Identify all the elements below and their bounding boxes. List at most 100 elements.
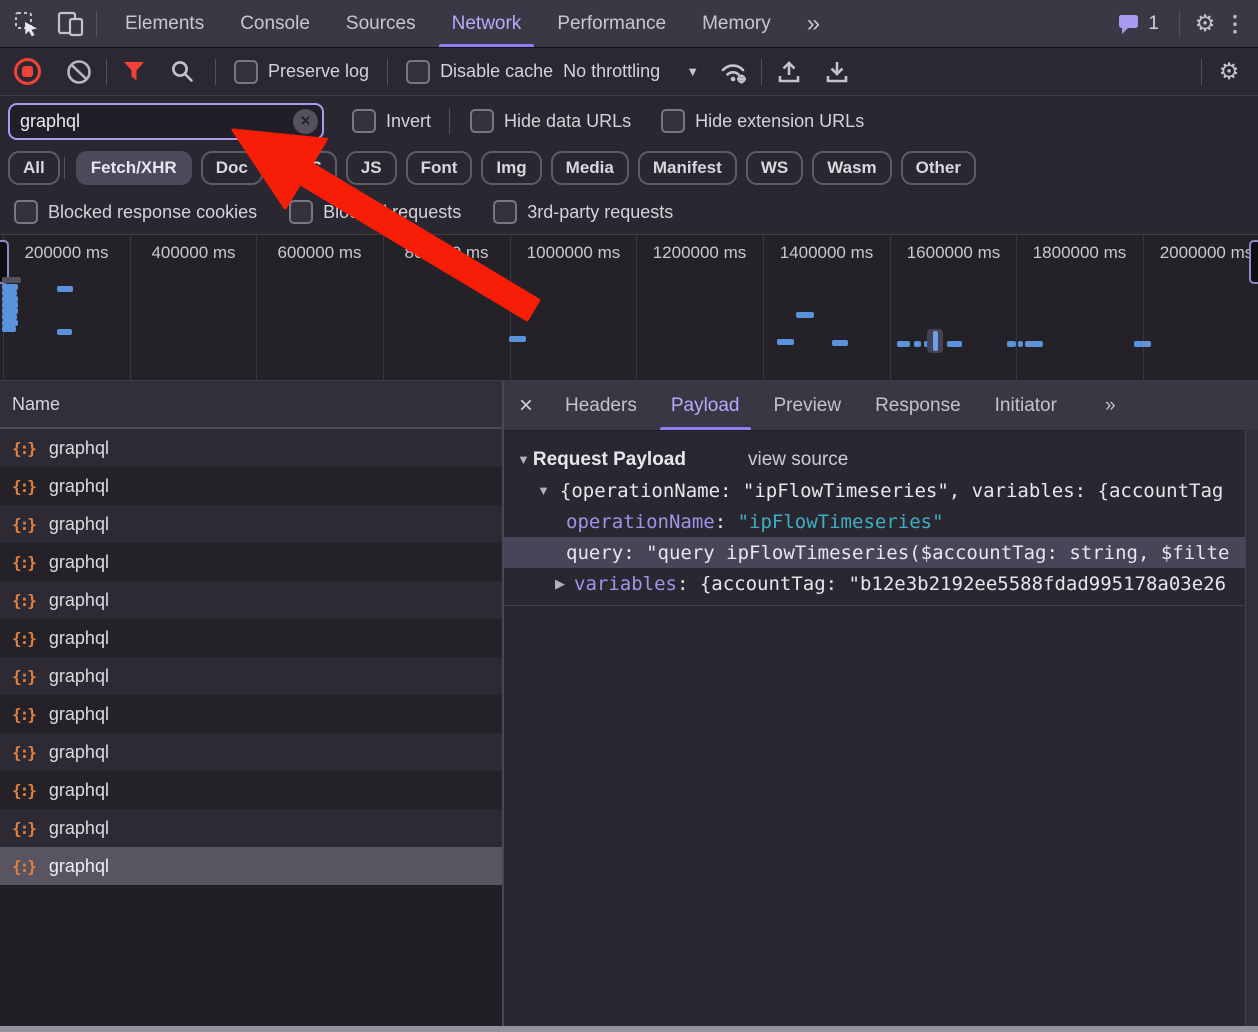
throttling-select[interactable]: No throttling ▼ bbox=[563, 61, 699, 82]
tab-sources[interactable]: Sources bbox=[328, 0, 434, 47]
chip-media[interactable]: Media bbox=[551, 151, 629, 185]
chip-ws[interactable]: WS bbox=[746, 151, 803, 185]
expand-triangle-icon[interactable]: ▼ bbox=[537, 483, 550, 498]
request-row[interactable]: {:}graphql bbox=[0, 505, 502, 543]
chip-css[interactable]: CSS bbox=[272, 151, 337, 185]
request-name: graphql bbox=[49, 704, 109, 725]
tab-memory[interactable]: Memory bbox=[684, 0, 789, 47]
invert-label: Invert bbox=[386, 111, 431, 132]
hide-extension-urls-label: Hide extension URLs bbox=[695, 111, 864, 132]
throttling-value: No throttling bbox=[563, 61, 660, 82]
chip-label: Doc bbox=[216, 158, 248, 177]
export-har-button[interactable] bbox=[820, 55, 854, 89]
request-name: graphql bbox=[49, 590, 109, 611]
third-party-requests-checkbox[interactable]: 3rd-party requests bbox=[493, 200, 673, 224]
tab-headers[interactable]: Headers bbox=[548, 381, 654, 430]
request-row[interactable]: {:}graphql bbox=[0, 581, 502, 619]
waterfall-bar bbox=[933, 331, 938, 351]
device-toolbar-button[interactable] bbox=[56, 9, 86, 39]
payload-variables-row[interactable]: ▶ variables: {accountTag: "b12e3b2192ee5… bbox=[504, 568, 1258, 599]
device-toolbar-icon bbox=[57, 11, 85, 37]
disable-cache-checkbox[interactable]: Disable cache bbox=[406, 60, 553, 84]
filter-input[interactable] bbox=[8, 103, 324, 140]
payload-root-row[interactable]: ▼ {operationName: "ipFlowTimeseries", va… bbox=[504, 475, 1258, 506]
chip-fetch-xhr[interactable]: Fetch/XHR bbox=[76, 151, 192, 185]
timeline-right-handle[interactable] bbox=[1249, 240, 1258, 284]
request-row[interactable]: {:}graphql bbox=[0, 733, 502, 771]
timeline-tick-label: 1600000 ms bbox=[890, 243, 1017, 263]
preserve-log-checkbox[interactable]: Preserve log bbox=[234, 60, 369, 84]
tab-payload[interactable]: Payload bbox=[654, 381, 757, 430]
divider bbox=[1201, 59, 1202, 85]
network-settings-button[interactable]: ⚙ bbox=[1212, 55, 1246, 89]
chip-font[interactable]: Font bbox=[406, 151, 473, 185]
kebab-menu-icon: ⋮ bbox=[1224, 11, 1246, 37]
tab-response[interactable]: Response bbox=[858, 381, 978, 430]
hide-extension-urls-checkbox[interactable]: Hide extension URLs bbox=[661, 109, 864, 133]
request-row[interactable]: {:}graphql bbox=[0, 429, 502, 467]
third-party-requests-label: 3rd-party requests bbox=[527, 202, 673, 223]
view-source-link[interactable]: view source bbox=[748, 449, 848, 471]
close-icon: × bbox=[519, 392, 533, 419]
request-row[interactable]: {:}graphql bbox=[0, 543, 502, 581]
waterfall-bar bbox=[57, 329, 72, 335]
tab-console[interactable]: Console bbox=[222, 0, 328, 47]
settings-button[interactable]: ⚙ bbox=[1190, 9, 1220, 39]
more-detail-tabs-button[interactable]: » bbox=[1088, 381, 1133, 430]
chip-manifest[interactable]: Manifest bbox=[638, 151, 737, 185]
divider bbox=[96, 11, 97, 37]
chip-wasm[interactable]: Wasm bbox=[812, 151, 891, 185]
request-row[interactable]: {:}graphql bbox=[0, 695, 502, 733]
details-scrollbar[interactable] bbox=[1245, 430, 1258, 1026]
request-row[interactable]: {:}graphql bbox=[0, 771, 502, 809]
filter-toggle-button[interactable] bbox=[117, 55, 151, 89]
record-network-log-button[interactable] bbox=[10, 55, 44, 89]
invert-checkbox[interactable]: Invert bbox=[352, 109, 431, 133]
divider bbox=[387, 59, 388, 85]
tab-preview[interactable]: Preview bbox=[757, 381, 859, 430]
waterfall-bar bbox=[897, 341, 910, 347]
network-overview-timeline[interactable]: 200000 ms 400000 ms 600000 ms 800000 ms … bbox=[0, 234, 1258, 382]
tab-performance[interactable]: Performance bbox=[539, 0, 684, 47]
payload-query-row-selected[interactable]: query: "query ipFlowTimeseries($accountT… bbox=[504, 537, 1258, 568]
clear-network-log-button[interactable] bbox=[62, 55, 96, 89]
waterfall-bar bbox=[796, 312, 814, 318]
section-expand-triangle-icon[interactable]: ▼ bbox=[517, 452, 530, 467]
request-row[interactable]: {:}graphql bbox=[0, 809, 502, 847]
window-bottom-edge bbox=[0, 1026, 1258, 1032]
tab-initiator[interactable]: Initiator bbox=[978, 381, 1074, 430]
json-braces-icon: {:} bbox=[12, 629, 35, 648]
import-har-button[interactable] bbox=[772, 55, 806, 89]
request-row[interactable]: {:}graphql bbox=[0, 467, 502, 505]
network-conditions-button[interactable] bbox=[717, 55, 751, 89]
blocked-response-cookies-label: Blocked response cookies bbox=[48, 202, 257, 223]
blocked-response-cookies-checkbox[interactable]: Blocked response cookies bbox=[14, 200, 257, 224]
tab-network[interactable]: Network bbox=[434, 0, 540, 47]
tab-elements[interactable]: Elements bbox=[107, 0, 222, 47]
issues-counter[interactable]: 1 bbox=[1117, 12, 1159, 36]
search-network-button[interactable] bbox=[165, 55, 199, 89]
payload-operation-name-row[interactable]: operationName: "ipFlowTimeseries" bbox=[504, 506, 1258, 537]
name-column-header[interactable]: Name bbox=[0, 381, 502, 429]
hide-data-urls-checkbox[interactable]: Hide data URLs bbox=[470, 109, 631, 133]
chip-doc[interactable]: Doc bbox=[201, 151, 263, 185]
payload-object-preview: {operationName: "ipFlowTimeseries", vari… bbox=[560, 480, 1223, 502]
more-tabs-button[interactable]: » bbox=[789, 0, 838, 47]
chip-label: Font bbox=[421, 158, 458, 177]
inspect-element-button[interactable] bbox=[12, 9, 42, 39]
search-icon bbox=[170, 59, 195, 84]
close-details-button[interactable]: × bbox=[504, 392, 548, 420]
request-row-selected[interactable]: {:}graphql bbox=[0, 847, 502, 885]
request-row[interactable]: {:}graphql bbox=[0, 657, 502, 695]
blocked-requests-checkbox[interactable]: Blocked requests bbox=[289, 200, 461, 224]
tab-label: Network bbox=[452, 13, 522, 35]
chip-js[interactable]: JS bbox=[346, 151, 397, 185]
record-icon bbox=[14, 58, 41, 85]
clear-filter-button[interactable]: × bbox=[293, 109, 318, 134]
chip-img[interactable]: Img bbox=[481, 151, 541, 185]
devtools-menu-button[interactable]: ⋮ bbox=[1220, 9, 1250, 39]
request-row[interactable]: {:}graphql bbox=[0, 619, 502, 657]
chip-other[interactable]: Other bbox=[901, 151, 976, 185]
chip-all[interactable]: All bbox=[8, 151, 60, 185]
collapse-triangle-icon[interactable]: ▶ bbox=[555, 576, 565, 592]
